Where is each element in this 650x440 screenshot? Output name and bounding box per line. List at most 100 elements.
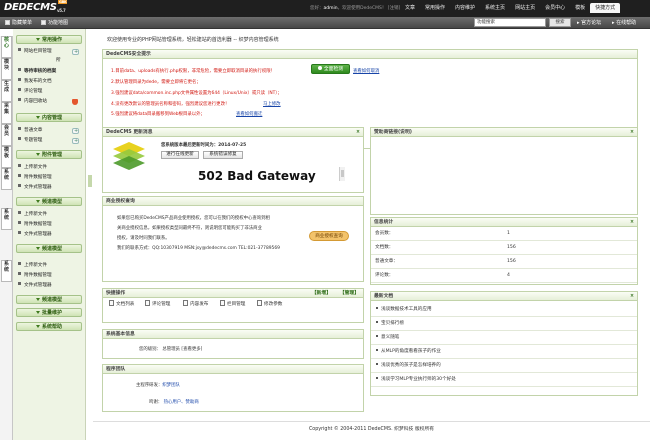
quick-category[interactable]: 栏目管理 — [220, 300, 245, 307]
menu-item-article[interactable]: 普通文章 — [18, 127, 84, 135]
online-help-link[interactable]: ▸ 在线帮助 — [612, 19, 636, 26]
fix-update-button[interactable]: 系统错误修复 — [203, 151, 243, 159]
team-value-link[interactable]: 织梦团队 — [162, 383, 180, 388]
stats-row-articles: 普通文章： 156 — [371, 255, 637, 269]
search-button[interactable]: 搜索 — [549, 18, 571, 27]
update-scrollbar[interactable] — [339, 167, 345, 181]
list-item[interactable]: 浅谈数据技术工具的应用 — [371, 303, 637, 317]
menu-item-file-manager[interactable]: 文件式管理器 — [18, 184, 84, 192]
full-check-button[interactable]: 全面检测 — [311, 64, 350, 74]
quick-doc-list[interactable]: 文档列表 — [109, 300, 134, 307]
list-item[interactable]: 宝贝排行榜 — [371, 317, 637, 331]
menu-item-file-manager[interactable]: 文件式管理器 — [18, 282, 84, 290]
side-tab-template[interactable]: 模板 — [1, 146, 12, 168]
latest-docs-title: 最新文档 × — [371, 292, 637, 301]
add-icon[interactable] — [72, 137, 79, 145]
menu-item-attach-data[interactable]: 附件数据管理 — [18, 174, 84, 182]
view-more-link[interactable]: [查看更多] — [181, 347, 202, 352]
quick-comments[interactable]: 评论管理 — [145, 300, 170, 307]
chevron-down-icon — [35, 200, 40, 203]
team-value-link[interactable]: 热心用户、赞助商 — [164, 400, 199, 405]
menu-item-recycle[interactable]: 内容回收站 — [18, 98, 84, 106]
official-forum-link[interactable]: ▸ 官方论坛 — [577, 19, 601, 26]
quick-new-link[interactable]: 【新增】 — [312, 289, 331, 298]
sidebar-collapse-handle[interactable] — [88, 175, 92, 187]
side-tab-collect[interactable]: 采集 — [1, 102, 12, 124]
side-tab-system[interactable]: 系统 — [1, 168, 12, 190]
menu-item-attach-data[interactable]: 附件数据管理 — [18, 272, 84, 280]
online-update-button[interactable]: 进行在线更新 — [161, 151, 199, 159]
menu-item-comments[interactable]: 评论管理 — [18, 88, 84, 96]
add-icon[interactable] — [72, 48, 79, 56]
side-tab-core[interactable]: 核心 — [1, 36, 12, 58]
sponsor-title[interactable]: 赞助商链接(说明) — [374, 130, 412, 135]
quick-publish[interactable]: 内容发布 — [183, 300, 208, 307]
menu-item-pending[interactable]: 等待审核的档案 — [18, 68, 84, 76]
side-tab-system-2[interactable]: 系统 — [1, 208, 12, 230]
menu-item-upload[interactable]: 上传新文件 — [18, 164, 84, 172]
menu-group-model-2[interactable]: 频道模型 — [16, 244, 82, 253]
menu-group-batch[interactable]: 批量维护 — [16, 308, 82, 317]
menu-group-attachment[interactable]: 附件管理 — [16, 150, 82, 159]
side-tab-system-3[interactable]: 系统 — [1, 260, 12, 282]
menu-item-my-docs[interactable]: 我发布的文档 — [18, 78, 84, 86]
menu-item-all[interactable]: 所 — [18, 57, 84, 65]
security-line-1-link[interactable]: 查看如何取消 — [353, 68, 379, 74]
quick-manage-link[interactable]: 【管理】 — [340, 289, 359, 298]
list-item[interactable]: 浅谈学习MLP专业执行师的30个好处 — [371, 373, 637, 387]
tab-content[interactable]: 内容维护 — [450, 3, 480, 13]
list-item[interactable]: 从MLP的角度看看孩子的作业 — [371, 345, 637, 359]
list-item[interactable]: 浅谈优秀的孩子是怎样培养的 — [371, 359, 637, 373]
security-line-4-link[interactable]: 马上修改 — [263, 101, 281, 107]
menu-group-help[interactable]: 系统帮助 — [16, 322, 82, 331]
quick-label: 内容发布 — [190, 302, 209, 307]
quick-settings[interactable]: 修改参数 — [257, 300, 282, 307]
list-item[interactable]: 意义随笔 — [371, 331, 637, 345]
close-icon[interactable]: × — [630, 218, 634, 227]
top-nav-tabs: 文章 常用操作 内容维护 系统主页 网站主页 会员中心 模板 快捷方式 — [400, 3, 621, 15]
side-tab-generate[interactable]: 生成 — [1, 80, 12, 102]
close-icon[interactable]: × — [356, 128, 360, 137]
menu-group-content[interactable]: 内容管理 — [16, 113, 82, 122]
checkbox-icon — [41, 20, 46, 25]
menu-item-category[interactable]: 网站栏目管理 — [18, 48, 84, 56]
menu-item-upload[interactable]: 上传新文件 — [18, 211, 84, 219]
menu-group-model-3[interactable]: 频道模型 — [16, 295, 82, 304]
welcome-suffix[interactable]: ，欢迎使用DedeCMS！ [注销] — [338, 6, 401, 11]
search-input[interactable]: 功能搜索 — [474, 18, 546, 27]
menu-group-common[interactable]: 常用操作 — [16, 35, 82, 44]
menu-item-label: 上传新文件 — [24, 263, 47, 268]
system-info-title: 系统基本信息 — [103, 330, 363, 339]
quick-label: 修改参数 — [264, 302, 283, 307]
tab-system-home[interactable]: 系统主页 — [480, 3, 510, 13]
article-title: 从MLP的角度看看孩子的作业 — [381, 349, 441, 354]
tab-article[interactable]: 文章 — [400, 3, 420, 13]
stats-value: 156 — [507, 259, 516, 264]
tab-shortcut[interactable]: 快捷方式 — [590, 3, 621, 13]
sidebar: 常用操作 网站栏目管理 所 等待审核的档案 我发布的文档 评论管理 内容回收站 … — [13, 29, 86, 440]
tab-template[interactable]: 模板 — [570, 3, 590, 13]
settings-icon — [257, 300, 262, 306]
tab-common[interactable]: 常用操作 — [420, 3, 450, 13]
menu-item-attach-data[interactable]: 附件数据管理 — [18, 221, 84, 229]
tab-site-home[interactable]: 网站主页 — [510, 3, 540, 13]
hide-menu-toggle[interactable]: 隐藏菜单 — [5, 19, 32, 26]
security-line-5-link[interactable]: 查看如何搬迁 — [236, 111, 262, 117]
license-query-button[interactable]: 商业授权查询 — [309, 231, 349, 241]
menu-item-file-manager[interactable]: 文件式管理器 — [18, 231, 84, 239]
menu-item-label: 内容回收站 — [24, 99, 47, 104]
menu-group-model-1[interactable]: 频道模型 — [16, 197, 82, 206]
menu-item-upload[interactable]: 上传新文件 — [18, 262, 84, 270]
side-tab-member[interactable]: 会员 — [1, 124, 12, 146]
menu-group-title: 频道模型 — [41, 246, 62, 252]
stats-panel: 信息统计 × 会员数： 1 文档数： 156 普通文章： 156 评论数： 4 — [370, 217, 638, 285]
close-icon[interactable]: × — [630, 128, 634, 137]
add-icon[interactable] — [72, 127, 79, 135]
side-tab-module[interactable]: 模块 — [1, 58, 12, 80]
chevron-down-icon — [35, 311, 40, 314]
menu-item-topic[interactable]: 专题管理 — [18, 137, 84, 145]
close-icon[interactable]: × — [630, 292, 634, 301]
update-version-line: 您系统版本最后更新时间为：2014-07-25 — [161, 143, 247, 148]
tab-member-center[interactable]: 会员中心 — [540, 3, 570, 13]
function-map-toggle[interactable]: 功能地图 — [41, 19, 68, 26]
